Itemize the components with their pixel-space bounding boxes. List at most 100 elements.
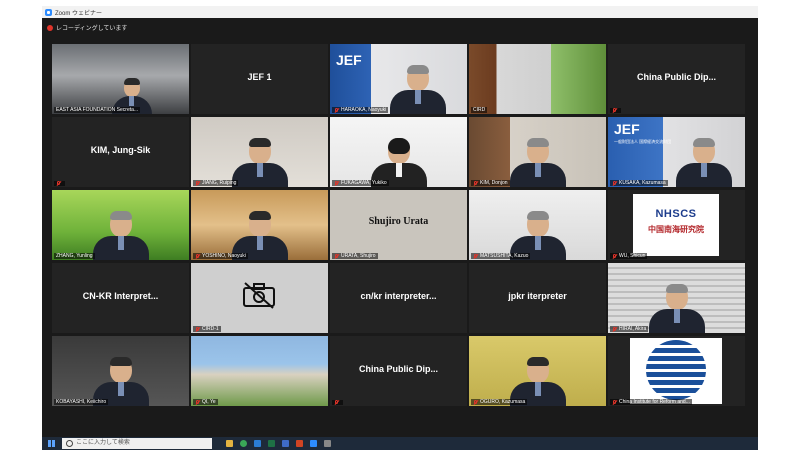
camera-off-icon	[243, 282, 275, 309]
participant-name: HARAOKA, Naoyuki	[332, 107, 389, 113]
participant-video	[676, 138, 732, 187]
video-tile[interactable]: MATSUSHITA, Kazuo	[469, 190, 606, 260]
participant-video	[231, 138, 288, 187]
mic-muted-icon	[56, 181, 61, 186]
participant-display-name: China Public Dip...	[636, 72, 716, 82]
mic-muted-icon	[612, 108, 617, 113]
video-tile[interactable]: CIRD-1	[191, 263, 328, 333]
windows-taskbar: ここに入力して検索	[42, 437, 758, 450]
participant-display-name: cn/kr interpreter...	[360, 291, 437, 301]
video-tile[interactable]: ZHANG, Yunling	[52, 190, 189, 260]
video-tile[interactable]: JEF 1	[191, 44, 328, 114]
zoom-app-icon	[45, 8, 52, 16]
video-tile[interactable]: KIM, Donjon	[469, 117, 606, 187]
participant-display-name: KIM, Jung-Sik	[90, 145, 151, 155]
video-tile[interactable]: OGURO, Kazumasa	[469, 336, 606, 406]
nhscs-logo: NHSCS 中国南海研究院	[633, 194, 719, 256]
outlook-icon[interactable]	[254, 440, 261, 447]
video-tile[interactable]: NHSCS 中国南海研究院 WU, Shicun	[608, 190, 745, 260]
participant-name: CIRD	[471, 107, 488, 113]
participant-name	[54, 181, 65, 186]
participant-name: WU, Shicun	[610, 253, 648, 259]
video-tile[interactable]: QI, Ye	[191, 336, 328, 406]
video-tile[interactable]: China Public Dip...	[330, 336, 467, 406]
mic-muted-icon	[612, 253, 617, 259]
participant-video	[509, 138, 566, 187]
excel-icon[interactable]	[268, 440, 275, 447]
video-tile[interactable]: China Institute for Reform and...	[608, 336, 745, 406]
mic-muted-icon	[334, 180, 339, 186]
word-icon[interactable]	[282, 440, 289, 447]
recording-indicator[interactable]: レコーディングしています	[47, 23, 127, 32]
chrome-icon[interactable]	[240, 440, 247, 447]
jef-logo: JEF	[614, 121, 640, 137]
video-tile[interactable]: FUKAGAWA, Yukiko	[330, 117, 467, 187]
cird-logo	[630, 338, 722, 404]
participant-name: YOSHINO, Naoyuki	[193, 253, 248, 259]
powerpoint-icon[interactable]	[296, 440, 303, 447]
window-title: Zoom ウェビナー	[55, 10, 103, 17]
video-tile[interactable]: China Public Dip...	[608, 44, 745, 114]
windows-start-icon[interactable]	[48, 440, 55, 447]
participant-name: URATA, Shujiro	[332, 253, 378, 259]
video-tile[interactable]: KOBAYASHI, Keiichiro	[52, 336, 189, 406]
video-tile[interactable]: KIM, Jung-Sik	[52, 117, 189, 187]
participant-display-name: CN-KR Interpret...	[82, 291, 159, 301]
participant-name	[332, 400, 343, 405]
jef-logo: JEF	[336, 52, 362, 68]
file-explorer-icon[interactable]	[226, 440, 233, 447]
mic-muted-icon	[334, 253, 339, 259]
zoom-taskbar-icon[interactable]	[310, 440, 317, 447]
video-tile[interactable]: Shujiro Urata URATA, Shujiro	[330, 190, 467, 260]
mic-muted-icon	[195, 180, 200, 186]
participant-name: EAST ASIA FOUNDATION Secreta...	[54, 107, 141, 113]
participant-name: JIANG, Ruiping	[193, 180, 239, 186]
participant-name: HIRAI, Akira	[610, 326, 649, 332]
participant-name: KIM, Donjon	[471, 180, 510, 186]
participant-video	[648, 284, 705, 333]
mic-muted-icon	[195, 253, 200, 259]
video-tile[interactable]: CIRD	[469, 44, 606, 114]
name-sign: Shujiro Urata	[368, 216, 429, 227]
mic-muted-icon	[195, 399, 200, 405]
recording-label: レコーディングしています	[56, 26, 128, 32]
video-tile[interactable]: HIRAI, Akira	[608, 263, 745, 333]
participant-name: QI, Ye	[193, 399, 218, 405]
participant-display-name: jpkr iterpreter	[508, 291, 567, 301]
mic-muted-icon	[334, 107, 339, 113]
search-icon	[66, 440, 73, 447]
participant-video	[92, 211, 149, 260]
video-tile[interactable]: CN-KR Interpret...	[52, 263, 189, 333]
participant-name: China Institute for Reform and...	[610, 399, 692, 405]
taskbar-search-input[interactable]: ここに入力して検索	[62, 438, 212, 449]
mic-muted-icon	[473, 253, 478, 259]
video-tile[interactable]: cn/kr interpreter...	[330, 263, 467, 333]
mic-muted-icon	[612, 180, 617, 186]
mic-muted-icon	[473, 180, 478, 186]
participant-name: KUSAKA, Kazumasa	[610, 180, 668, 186]
participant-name: FUKAGAWA, Yukiko	[332, 180, 389, 186]
participant-name: ZHANG, Yunling	[54, 253, 95, 259]
mic-muted-icon	[612, 326, 617, 332]
title-bar: Zoom ウェビナー	[42, 6, 758, 18]
participant-name: MATSUSHITA, Kazuo	[471, 253, 531, 259]
participant-video	[390, 65, 446, 114]
participant-display-name: JEF 1	[247, 72, 272, 82]
participant-name: KOBAYASHI, Keiichiro	[54, 399, 109, 405]
participant-name	[610, 108, 621, 113]
video-tile[interactable]: JEF HARAOKA, Naoyuki	[330, 44, 467, 114]
video-tile[interactable]: jpkr iterpreter	[469, 263, 606, 333]
zoom-window: Zoom ウェビナー レコーディングしています EAST ASIA FOUNDA…	[42, 6, 758, 450]
mic-muted-icon	[195, 326, 200, 332]
video-tile[interactable]: JEF 一般財団法人 国際経済交流財団 KUSAKA, Kazumasa	[608, 117, 745, 187]
mic-muted-icon	[473, 399, 478, 405]
mic-muted-icon	[334, 400, 339, 405]
video-tile[interactable]: JIANG, Ruiping	[191, 117, 328, 187]
video-tile[interactable]: EAST ASIA FOUNDATION Secreta...	[52, 44, 189, 114]
mic-muted-icon	[612, 399, 617, 405]
participant-display-name: China Public Dip...	[358, 364, 438, 374]
app-icon[interactable]	[324, 440, 331, 447]
recording-bar: レコーディングしています	[42, 18, 758, 42]
participant-name: OGURO, Kazumasa	[471, 399, 528, 405]
video-tile[interactable]: YOSHINO, Naoyuki	[191, 190, 328, 260]
